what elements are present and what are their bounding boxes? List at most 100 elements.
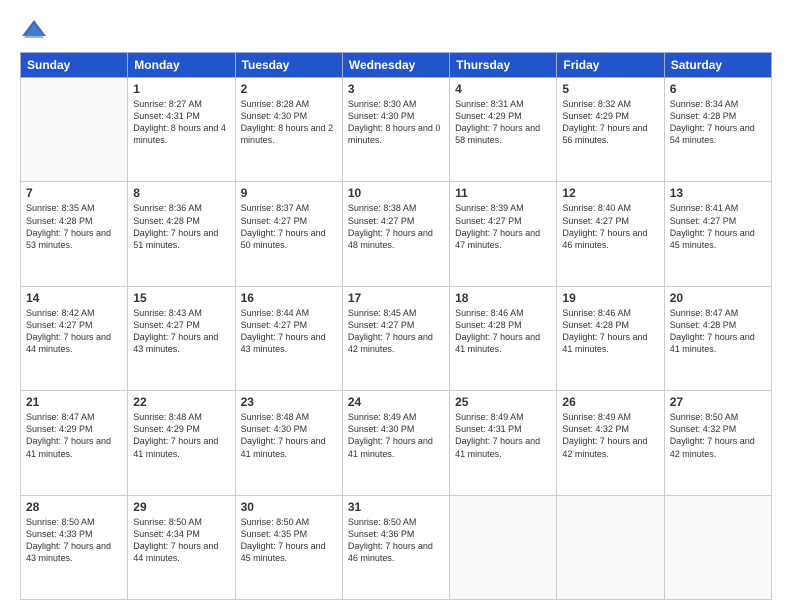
header-cell-monday: Monday	[128, 53, 235, 78]
cell-info: Sunrise: 8:50 AMSunset: 4:32 PMDaylight:…	[670, 411, 766, 460]
day-number: 28	[26, 500, 122, 514]
calendar-cell: 26 Sunrise: 8:49 AMSunset: 4:32 PMDayligh…	[557, 391, 664, 495]
calendar-cell: 11Sunrise: 8:39 AMSunset: 4:27 PMDayligh…	[450, 182, 557, 286]
header-cell-wednesday: Wednesday	[342, 53, 449, 78]
week-row-4: 28 Sunrise: 8:50 AMSunset: 4:33 PMDayligh…	[21, 495, 772, 599]
calendar-cell: 13 Sunrise: 8:41 AMSunset: 4:27 PMDayligh…	[664, 182, 771, 286]
calendar-cell: 7 Sunrise: 8:35 AMSunset: 4:28 PMDaylight…	[21, 182, 128, 286]
calendar-cell: 22 Sunrise: 8:48 AMSunset: 4:29 PMDayligh…	[128, 391, 235, 495]
cell-info: Sunrise: 8:30 AMSunset: 4:30 PMDaylight:…	[348, 98, 444, 147]
cell-info: Sunrise: 8:50 AMSunset: 4:35 PMDaylight:…	[241, 516, 337, 565]
day-number: 4	[455, 82, 551, 96]
cell-info: Sunrise: 8:37 AMSunset: 4:27 PMDaylight:…	[241, 202, 337, 251]
week-row-2: 14Sunrise: 8:42 AMSunset: 4:27 PMDayligh…	[21, 286, 772, 390]
day-number: 24	[348, 395, 444, 409]
day-number: 19	[562, 291, 658, 305]
calendar-cell: 9 Sunrise: 8:37 AMSunset: 4:27 PMDaylight…	[235, 182, 342, 286]
cell-info: Sunrise: 8:28 AMSunset: 4:30 PMDaylight:…	[241, 98, 337, 147]
cell-info: Sunrise: 8:27 AMSunset: 4:31 PMDaylight:…	[133, 98, 229, 147]
calendar-cell: 5 Sunrise: 8:32 AMSunset: 4:29 PMDaylight…	[557, 78, 664, 182]
day-number: 13	[670, 186, 766, 200]
calendar-cell: 25Sunrise: 8:49 AMSunset: 4:31 PMDayligh…	[450, 391, 557, 495]
calendar-cell: 14Sunrise: 8:42 AMSunset: 4:27 PMDayligh…	[21, 286, 128, 390]
cell-info: Sunrise: 8:44 AMSunset: 4:27 PMDaylight:…	[241, 307, 337, 356]
header-cell-sunday: Sunday	[21, 53, 128, 78]
day-number: 31	[348, 500, 444, 514]
day-number: 29	[133, 500, 229, 514]
cell-info: Sunrise: 8:43 AMSunset: 4:27 PMDaylight:…	[133, 307, 229, 356]
header-cell-tuesday: Tuesday	[235, 53, 342, 78]
cell-info: Sunrise: 8:50 AMSunset: 4:33 PMDaylight:…	[26, 516, 122, 565]
day-number: 22	[133, 395, 229, 409]
day-number: 20	[670, 291, 766, 305]
day-number: 5	[562, 82, 658, 96]
day-number: 8	[133, 186, 229, 200]
day-number: 16	[241, 291, 337, 305]
calendar-cell	[450, 495, 557, 599]
day-number: 12	[562, 186, 658, 200]
calendar-cell: 8 Sunrise: 8:36 AMSunset: 4:28 PMDaylight…	[128, 182, 235, 286]
cell-info: Sunrise: 8:49 AMSunset: 4:30 PMDaylight:…	[348, 411, 444, 460]
cell-info: Sunrise: 8:48 AMSunset: 4:29 PMDaylight:…	[133, 411, 229, 460]
cell-info: Sunrise: 8:31 AMSunset: 4:29 PMDaylight:…	[455, 98, 551, 147]
week-row-0: 1 Sunrise: 8:27 AMSunset: 4:31 PMDaylight…	[21, 78, 772, 182]
logo-icon	[20, 16, 48, 44]
day-number: 7	[26, 186, 122, 200]
calendar-cell: 20Sunrise: 8:47 AMSunset: 4:28 PMDayligh…	[664, 286, 771, 390]
header	[20, 16, 772, 44]
calendar-header: SundayMondayTuesdayWednesdayThursdayFrid…	[21, 53, 772, 78]
cell-info: Sunrise: 8:34 AMSunset: 4:28 PMDaylight:…	[670, 98, 766, 147]
header-cell-friday: Friday	[557, 53, 664, 78]
calendar-cell	[557, 495, 664, 599]
day-number: 18	[455, 291, 551, 305]
week-row-1: 7 Sunrise: 8:35 AMSunset: 4:28 PMDaylight…	[21, 182, 772, 286]
day-number: 1	[133, 82, 229, 96]
cell-info: Sunrise: 8:50 AMSunset: 4:34 PMDaylight:…	[133, 516, 229, 565]
calendar-cell: 10Sunrise: 8:38 AMSunset: 4:27 PMDayligh…	[342, 182, 449, 286]
cell-info: Sunrise: 8:45 AMSunset: 4:27 PMDaylight:…	[348, 307, 444, 356]
cell-info: Sunrise: 8:49 AMSunset: 4:32 PMDaylight:…	[562, 411, 658, 460]
calendar-cell: 27 Sunrise: 8:50 AMSunset: 4:32 PMDayligh…	[664, 391, 771, 495]
calendar-cell: 12 Sunrise: 8:40 AMSunset: 4:27 PMDayligh…	[557, 182, 664, 286]
calendar-cell: 2 Sunrise: 8:28 AMSunset: 4:30 PMDaylight…	[235, 78, 342, 182]
cell-info: Sunrise: 8:47 AMSunset: 4:29 PMDaylight:…	[26, 411, 122, 460]
cell-info: Sunrise: 8:40 AMSunset: 4:27 PMDaylight:…	[562, 202, 658, 251]
calendar-body: 1 Sunrise: 8:27 AMSunset: 4:31 PMDaylight…	[21, 78, 772, 600]
cell-info: Sunrise: 8:50 AMSunset: 4:36 PMDaylight:…	[348, 516, 444, 565]
cell-info: Sunrise: 8:39 AMSunset: 4:27 PMDaylight:…	[455, 202, 551, 251]
day-number: 6	[670, 82, 766, 96]
cell-info: Sunrise: 8:36 AMSunset: 4:28 PMDaylight:…	[133, 202, 229, 251]
calendar-cell: 4 Sunrise: 8:31 AMSunset: 4:29 PMDaylight…	[450, 78, 557, 182]
cell-info: Sunrise: 8:32 AMSunset: 4:29 PMDaylight:…	[562, 98, 658, 147]
day-number: 2	[241, 82, 337, 96]
calendar-cell: 21Sunrise: 8:47 AMSunset: 4:29 PMDayligh…	[21, 391, 128, 495]
cell-info: Sunrise: 8:38 AMSunset: 4:27 PMDaylight:…	[348, 202, 444, 251]
cell-info: Sunrise: 8:46 AMSunset: 4:28 PMDaylight:…	[562, 307, 658, 356]
day-number: 9	[241, 186, 337, 200]
cell-info: Sunrise: 8:42 AMSunset: 4:27 PMDaylight:…	[26, 307, 122, 356]
calendar-cell: 15Sunrise: 8:43 AMSunset: 4:27 PMDayligh…	[128, 286, 235, 390]
calendar-table: SundayMondayTuesdayWednesdayThursdayFrid…	[20, 52, 772, 600]
week-row-3: 21Sunrise: 8:47 AMSunset: 4:29 PMDayligh…	[21, 391, 772, 495]
header-cell-thursday: Thursday	[450, 53, 557, 78]
page: SundayMondayTuesdayWednesdayThursdayFrid…	[0, 0, 792, 612]
calendar-cell	[664, 495, 771, 599]
day-number: 30	[241, 500, 337, 514]
calendar-cell: 1 Sunrise: 8:27 AMSunset: 4:31 PMDaylight…	[128, 78, 235, 182]
header-row: SundayMondayTuesdayWednesdayThursdayFrid…	[21, 53, 772, 78]
day-number: 17	[348, 291, 444, 305]
calendar-cell: 28 Sunrise: 8:50 AMSunset: 4:33 PMDayligh…	[21, 495, 128, 599]
day-number: 27	[670, 395, 766, 409]
calendar-cell: 30 Sunrise: 8:50 AMSunset: 4:35 PMDayligh…	[235, 495, 342, 599]
cell-info: Sunrise: 8:41 AMSunset: 4:27 PMDaylight:…	[670, 202, 766, 251]
calendar-cell: 23Sunrise: 8:48 AMSunset: 4:30 PMDayligh…	[235, 391, 342, 495]
calendar-cell: 17 Sunrise: 8:45 AMSunset: 4:27 PMDayligh…	[342, 286, 449, 390]
calendar-cell: 29 Sunrise: 8:50 AMSunset: 4:34 PMDayligh…	[128, 495, 235, 599]
cell-info: Sunrise: 8:49 AMSunset: 4:31 PMDaylight:…	[455, 411, 551, 460]
calendar-cell: 3 Sunrise: 8:30 AMSunset: 4:30 PMDaylight…	[342, 78, 449, 182]
cell-info: Sunrise: 8:48 AMSunset: 4:30 PMDaylight:…	[241, 411, 337, 460]
calendar-cell: 24 Sunrise: 8:49 AMSunset: 4:30 PMDayligh…	[342, 391, 449, 495]
day-number: 3	[348, 82, 444, 96]
cell-info: Sunrise: 8:35 AMSunset: 4:28 PMDaylight:…	[26, 202, 122, 251]
day-number: 26	[562, 395, 658, 409]
